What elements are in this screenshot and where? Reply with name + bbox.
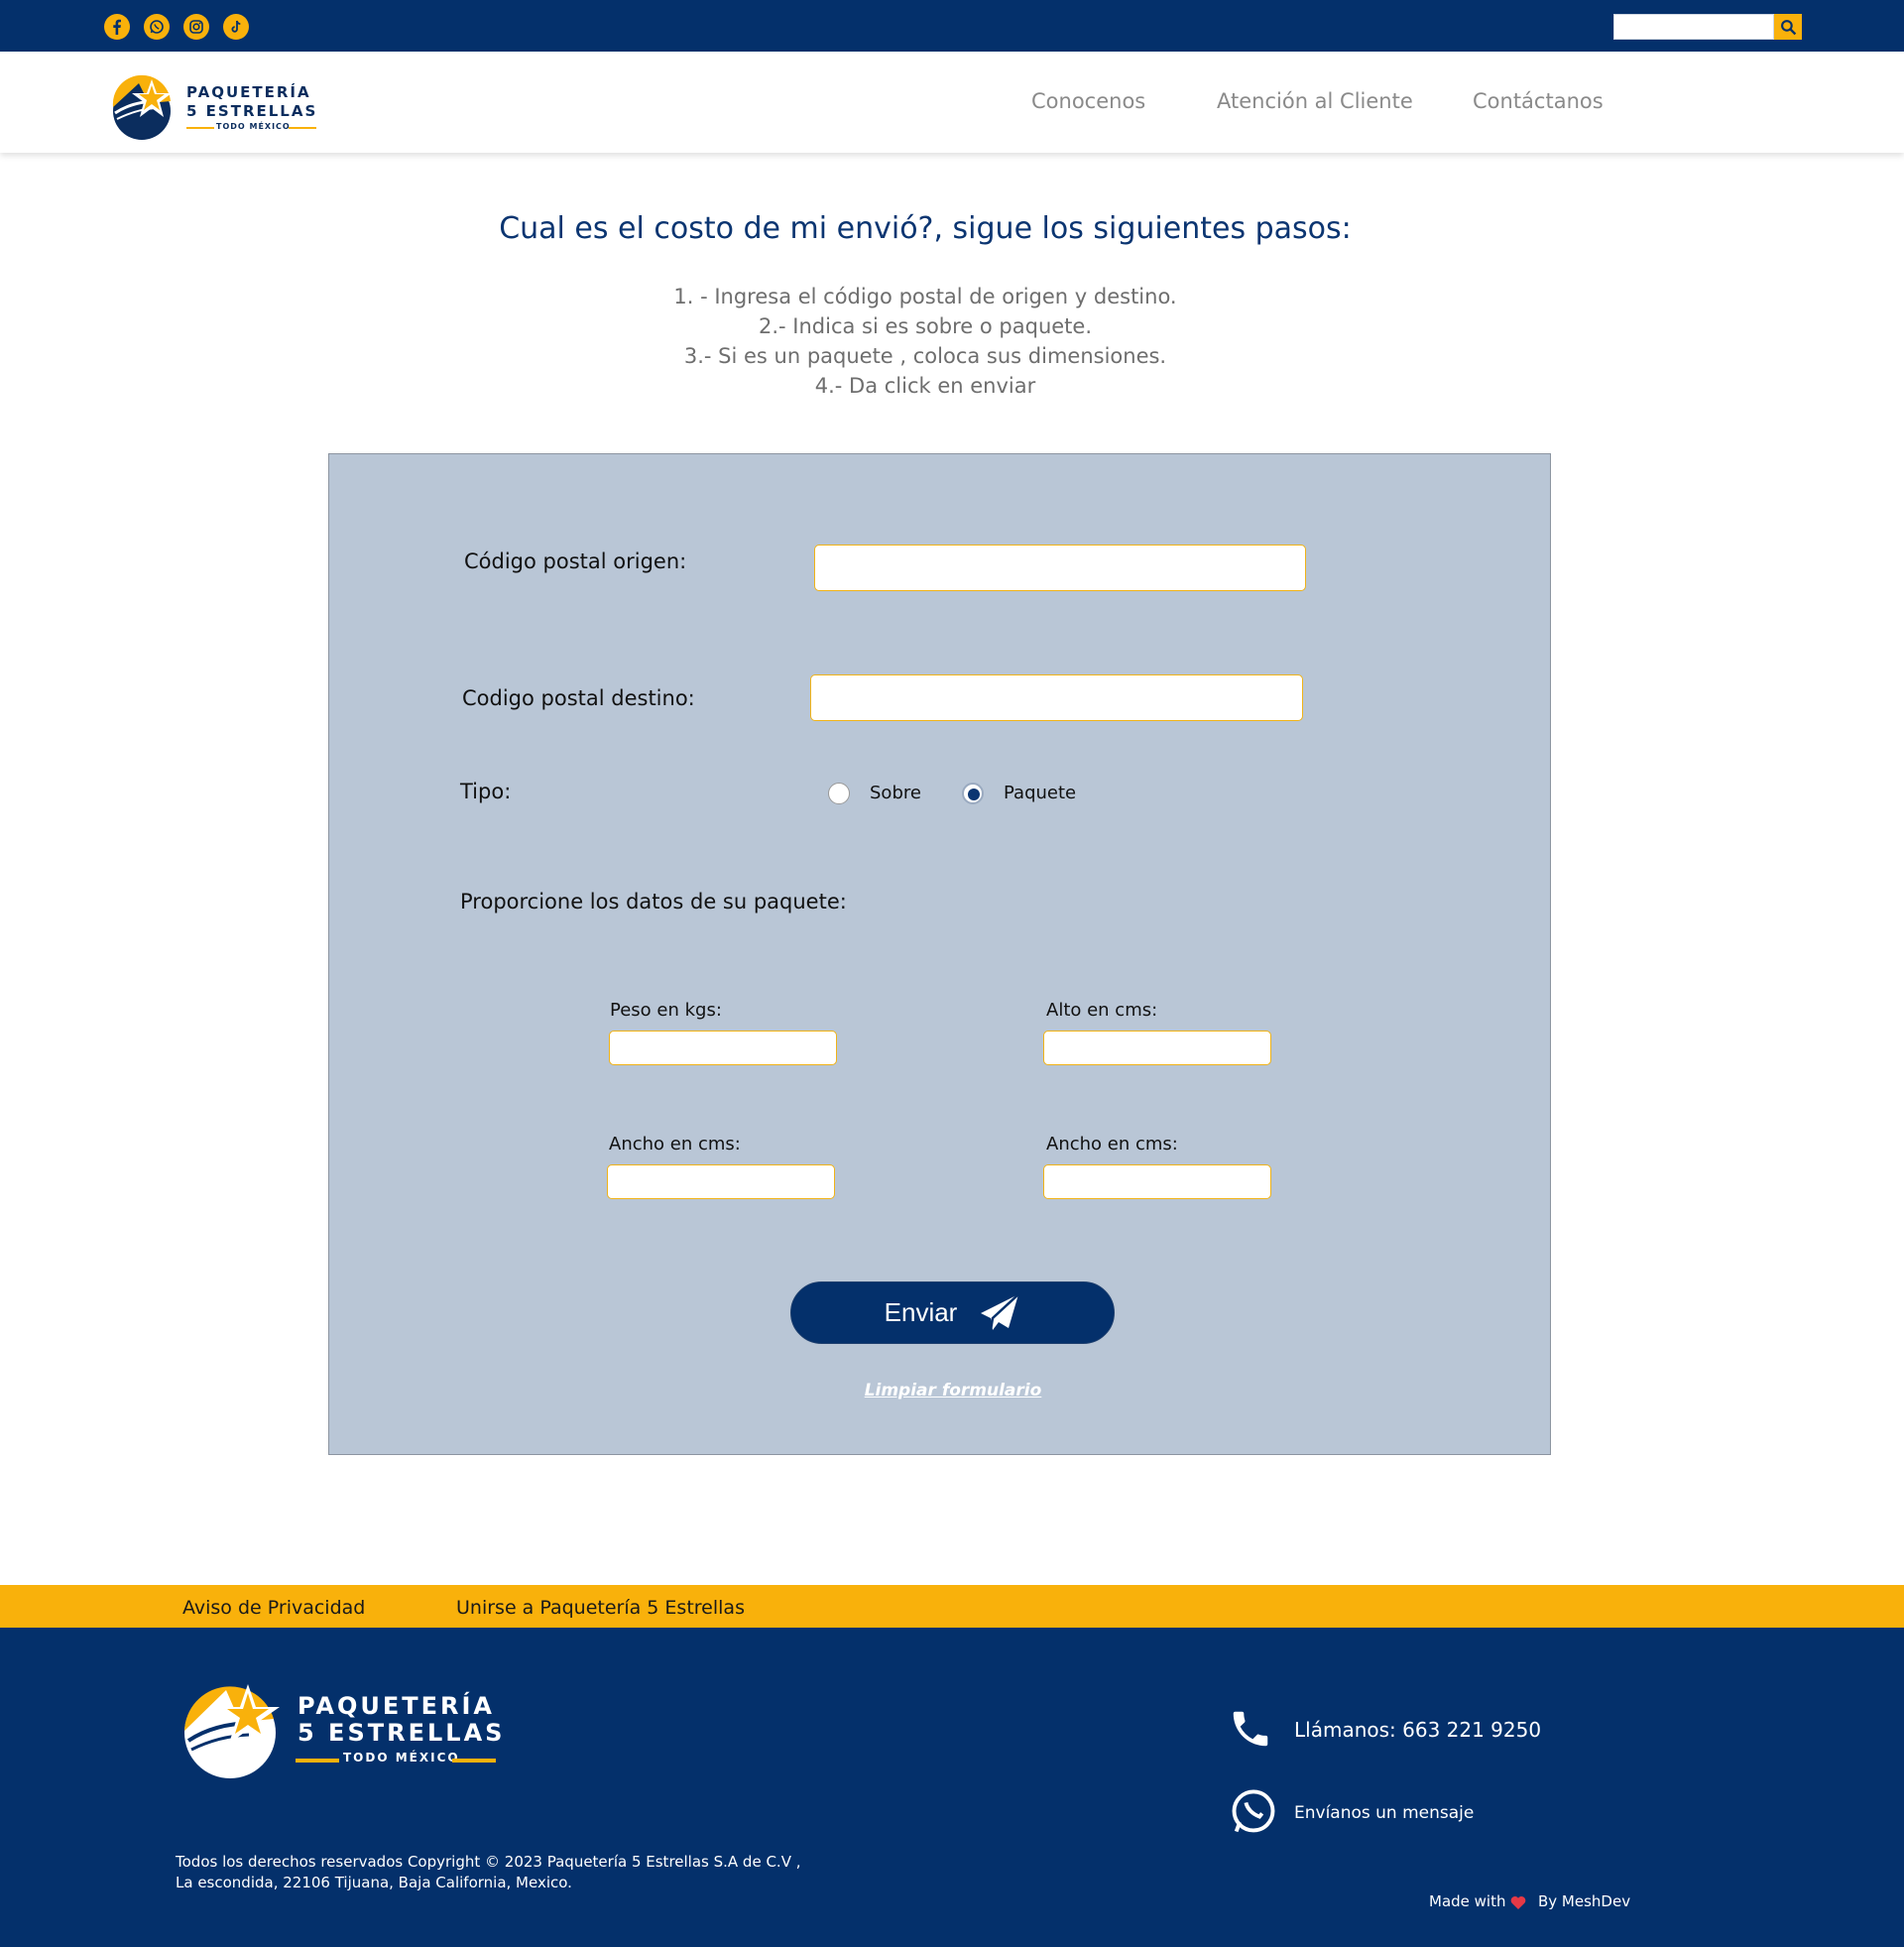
logo-line3: TODO MÉXICO bbox=[216, 122, 291, 131]
message-link[interactable]: Envíanos un mensaje bbox=[1294, 1803, 1474, 1823]
page-title: Cual es el costo de mi envió?, sigue los… bbox=[499, 211, 1352, 246]
search-input[interactable] bbox=[1613, 14, 1774, 40]
address-line: La escondida, 22106 Tijuana, Baja Califo… bbox=[176, 1874, 572, 1891]
whatsapp-icon[interactable] bbox=[1228, 1786, 1279, 1838]
radio-paquete-label: Paquete bbox=[1004, 783, 1077, 803]
origin-label: Código postal origen: bbox=[464, 549, 687, 573]
heart-icon bbox=[1510, 1895, 1526, 1909]
step-item: 2.- Indica si es sobre o paquete. bbox=[758, 314, 1093, 338]
nav-item-conocenos[interactable]: Conocenos bbox=[1031, 89, 1145, 113]
radio-sobre-label: Sobre bbox=[870, 783, 921, 803]
origin-postal-input[interactable] bbox=[814, 545, 1306, 591]
width-label: Ancho en cms: bbox=[609, 1134, 741, 1155]
width-input[interactable] bbox=[607, 1164, 835, 1199]
footer-star-logo-icon bbox=[184, 1684, 280, 1778]
paper-plane-icon bbox=[981, 1292, 1020, 1330]
clear-form-link[interactable]: Limpiar formulario bbox=[0, 1381, 1904, 1400]
step-item: 1. - Ingresa el código postal de origen … bbox=[673, 285, 1177, 308]
whatsapp-icon[interactable] bbox=[144, 14, 170, 40]
width2-input[interactable] bbox=[1043, 1164, 1271, 1199]
footer-logo-divider bbox=[296, 1759, 339, 1763]
nav-item-atencion[interactable]: Atención al Cliente bbox=[1217, 89, 1413, 113]
height-input[interactable] bbox=[1043, 1031, 1271, 1065]
weight-input[interactable] bbox=[609, 1031, 837, 1065]
weight-label: Peso en kgs: bbox=[610, 1000, 722, 1021]
package-heading: Proporcione los datos de su paquete: bbox=[460, 890, 847, 913]
width2-label: Ancho en cms: bbox=[1046, 1134, 1178, 1155]
logo-divider bbox=[289, 127, 316, 129]
steps-list: 1. - Ingresa el código postal de origen … bbox=[0, 282, 1850, 401]
join-link[interactable]: Unirse a Paquetería 5 Estrellas bbox=[456, 1597, 745, 1619]
footer-logo-line2: 5 ESTRELLAS bbox=[298, 1719, 506, 1747]
footer-logo-divider bbox=[452, 1759, 496, 1763]
send-button-label: Enviar bbox=[884, 1297, 958, 1327]
destination-label: Codigo postal destino: bbox=[462, 686, 695, 710]
made-with-text: Made with bbox=[1429, 1892, 1506, 1910]
tiktok-icon[interactable] bbox=[223, 14, 249, 40]
copyright-text: Todos los derechos reservados Copyright … bbox=[176, 1852, 801, 1893]
logo-line2: 5 ESTRELLAS bbox=[186, 102, 318, 120]
destination-postal-input[interactable] bbox=[810, 674, 1303, 721]
logo-divider bbox=[186, 127, 214, 129]
author-text: By MeshDev bbox=[1538, 1892, 1631, 1910]
logo-line1: PAQUETERÍA bbox=[186, 83, 311, 101]
step-item: 3.- Si es un paquete , coloca sus dimens… bbox=[683, 344, 1167, 368]
brand-logo[interactable]: PAQUETERÍA 5 ESTRELLAS TODO MÉXICO bbox=[109, 73, 322, 143]
copyright-line: Todos los derechos reservados Copyright … bbox=[176, 1853, 801, 1871]
phone-icon[interactable] bbox=[1228, 1706, 1273, 1752]
star-logo-icon bbox=[112, 74, 172, 140]
radio-paquete[interactable] bbox=[962, 783, 984, 804]
footer-logo-line1: PAQUETERÍA bbox=[298, 1692, 495, 1720]
footer-logo-line3: TODO MÉXICO bbox=[343, 1751, 460, 1764]
search-button[interactable] bbox=[1774, 14, 1802, 40]
facebook-icon[interactable] bbox=[104, 14, 130, 40]
step-item: 4.- Da click en enviar bbox=[814, 374, 1036, 398]
privacy-link[interactable]: Aviso de Privacidad bbox=[182, 1597, 365, 1619]
site-header: PAQUETERÍA 5 ESTRELLAS TODO MÉXICO bbox=[0, 52, 1904, 153]
send-button[interactable]: Enviar bbox=[790, 1281, 1115, 1344]
type-label: Tipo: bbox=[460, 780, 512, 803]
nav-item-contactanos[interactable]: Contáctanos bbox=[1473, 89, 1604, 113]
radio-sobre[interactable] bbox=[828, 783, 850, 804]
search-icon bbox=[1780, 19, 1796, 35]
instagram-icon[interactable] bbox=[183, 14, 209, 40]
height-label: Alto en cms: bbox=[1046, 1000, 1158, 1021]
phone-link[interactable]: Llámanos: 663 221 9250 bbox=[1294, 1718, 1541, 1742]
